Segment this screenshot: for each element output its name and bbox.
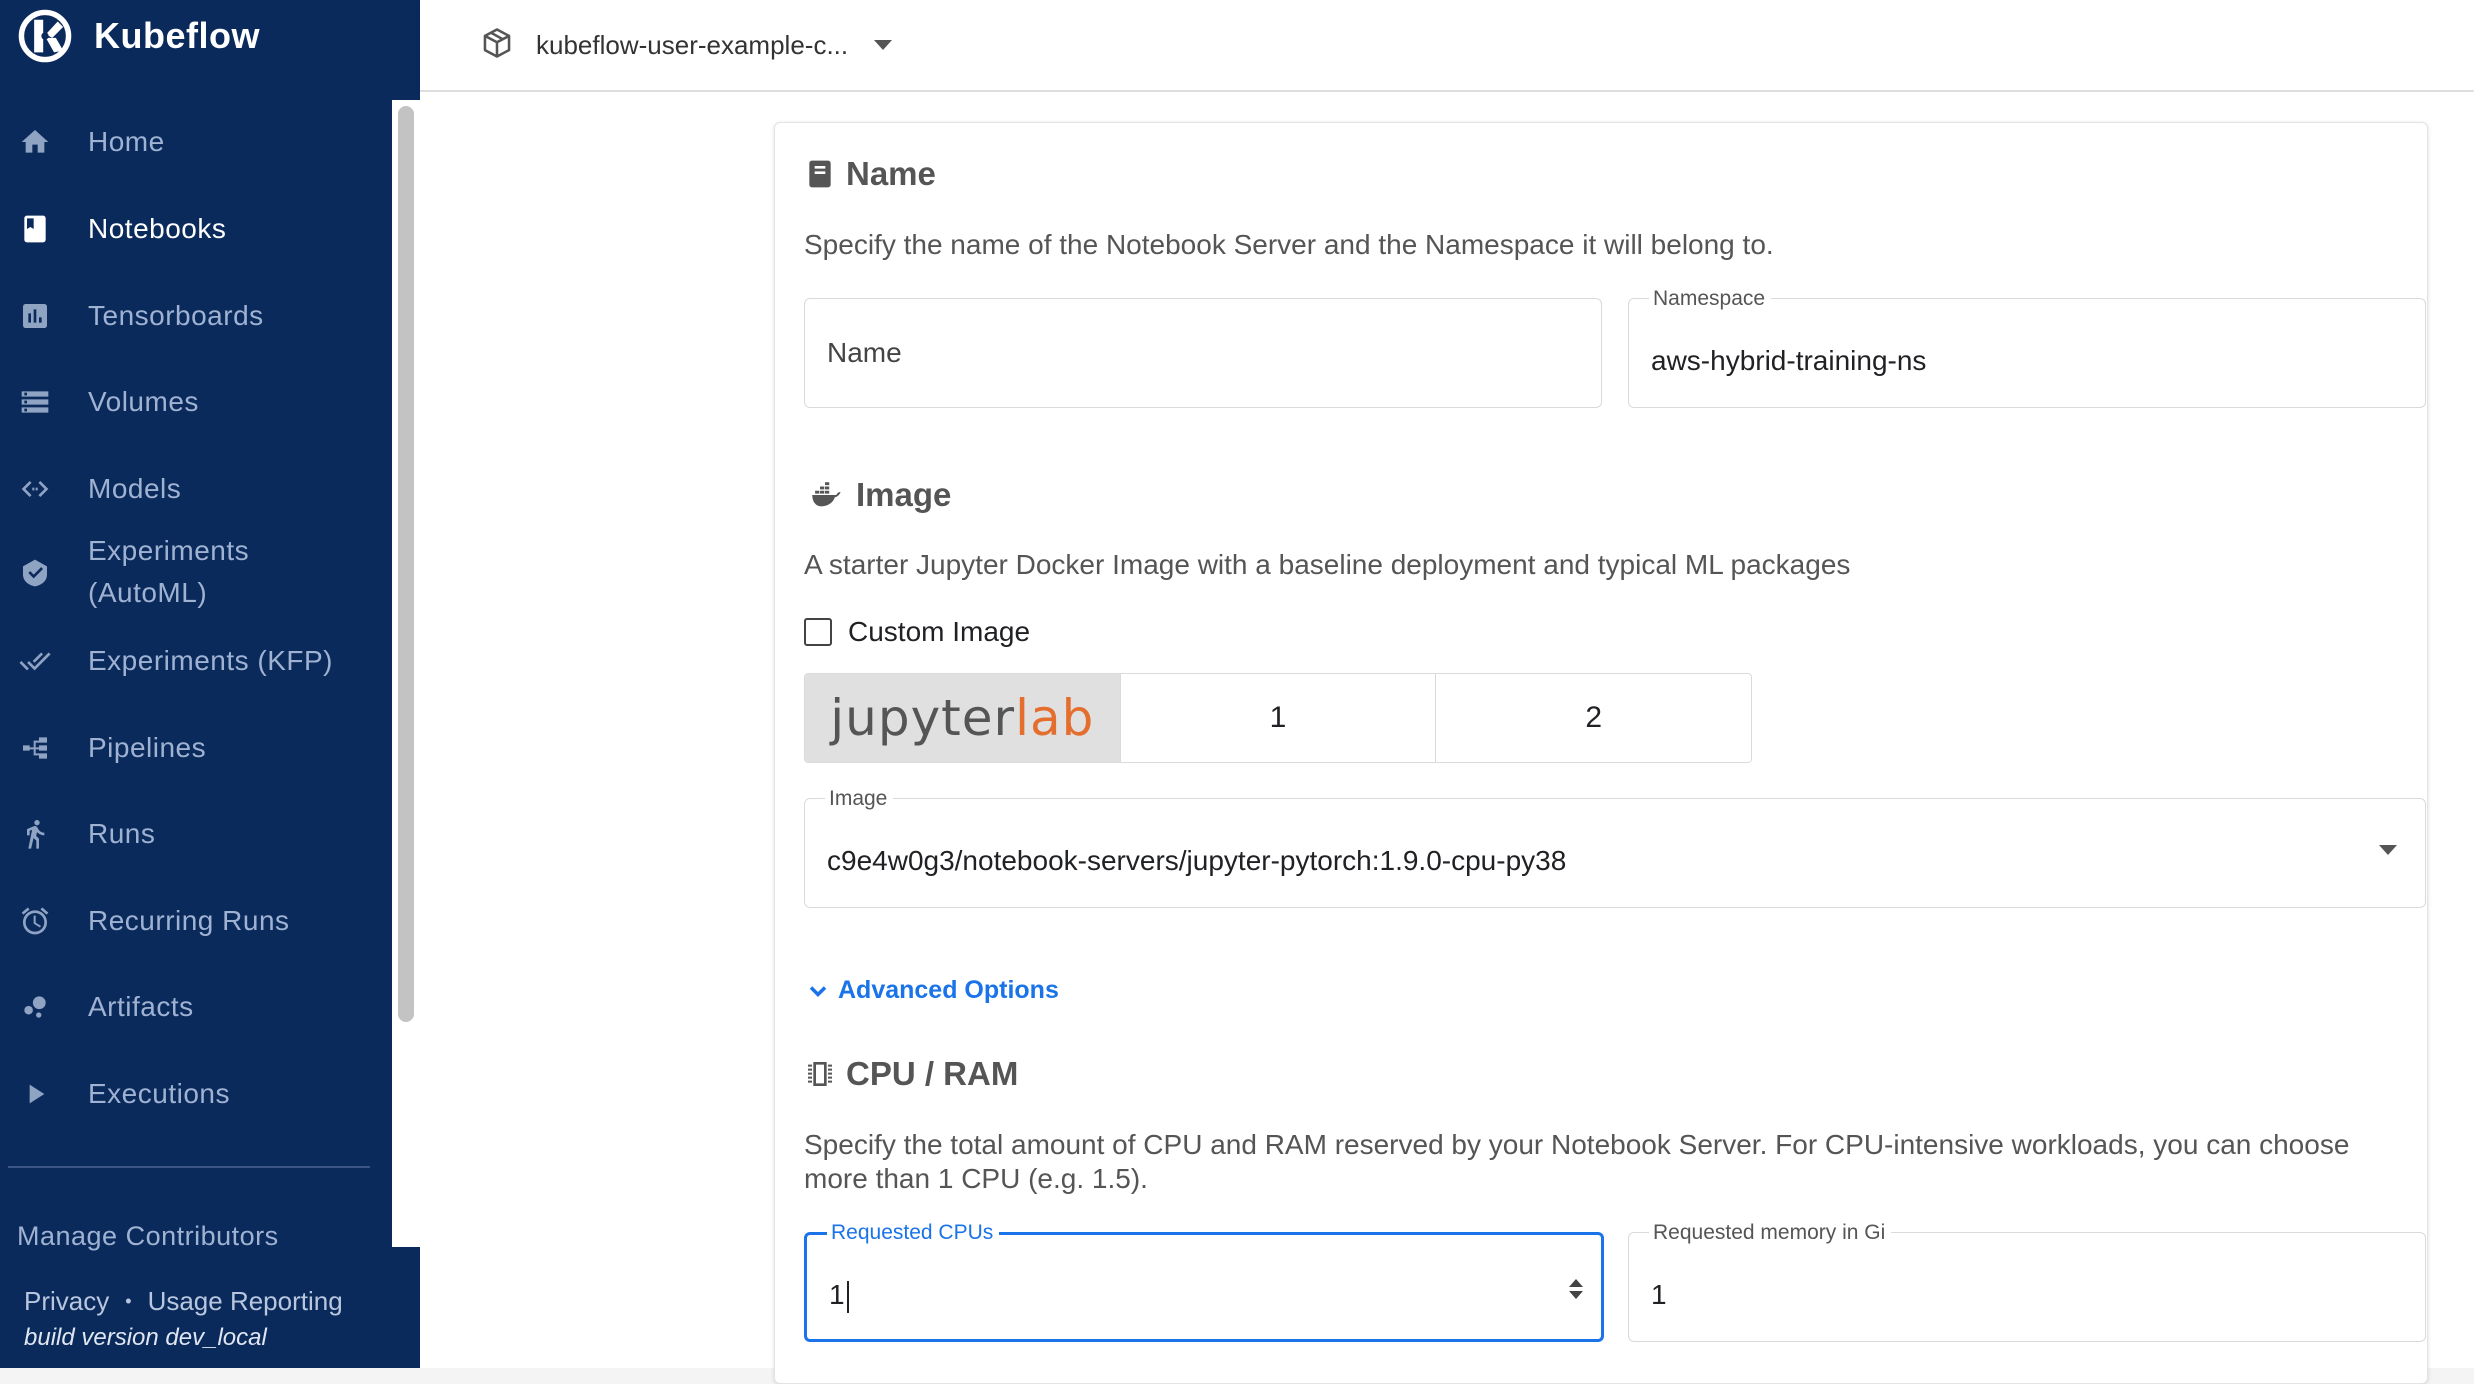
sidebar-item-label: Recurring Runs bbox=[88, 905, 290, 936]
top-bar: kubeflow-user-example-c... bbox=[420, 0, 2474, 91]
sidebar-item-volumes[interactable]: Volumes bbox=[0, 381, 390, 423]
chevron-down-icon bbox=[874, 40, 893, 50]
section-title-text: Image bbox=[856, 476, 952, 513]
storage-icon bbox=[18, 385, 52, 419]
namespace-field[interactable]: Namespace aws-hybrid-training-ns bbox=[1628, 287, 2426, 408]
sidebar-item-tensorboards[interactable]: Tensorboards bbox=[0, 295, 390, 337]
brand[interactable]: Kubeflow bbox=[16, 0, 260, 72]
chart-icon bbox=[18, 299, 52, 333]
namespace-label: Namespace bbox=[1649, 287, 1772, 311]
advanced-options-label: Advanced Options bbox=[838, 976, 1059, 1004]
run-icon bbox=[18, 817, 52, 851]
cube-icon bbox=[480, 26, 514, 65]
image-label: Image bbox=[825, 787, 894, 811]
section-title-cpu-ram: CPU / RAM bbox=[804, 1055, 1018, 1093]
book-icon bbox=[804, 158, 836, 190]
brand-name: Kubeflow bbox=[94, 15, 260, 56]
sidebar-item-experiments-automl[interactable]: Experiments (AutoML) bbox=[0, 530, 390, 616]
sidebar-scrollbar-thumb[interactable] bbox=[398, 106, 414, 1022]
name-input-placeholder: Name bbox=[827, 337, 902, 368]
sidebar-item-label: Pipelines bbox=[88, 732, 207, 763]
sidebar-item-label: Home bbox=[88, 126, 165, 157]
sidebar-item-label: Volumes bbox=[88, 386, 199, 417]
toggle-option-1[interactable]: 1 bbox=[1119, 674, 1436, 762]
play-icon bbox=[18, 1077, 52, 1111]
sidebar-item-label: Tensorboards bbox=[88, 300, 264, 331]
image-type-toggle-group: jupyterlab 1 2 bbox=[804, 673, 1752, 763]
stepper-down-icon[interactable] bbox=[1569, 1291, 1583, 1299]
sidebar-item-label: Notebooks bbox=[88, 213, 227, 244]
pipeline-icon bbox=[18, 731, 52, 765]
section-description: Specify the total amount of CPU and RAM … bbox=[804, 1129, 2350, 1194]
section-description: A starter Jupyter Docker Image with a ba… bbox=[804, 549, 1851, 580]
sidebar-footer-links: Privacy • Usage Reporting bbox=[24, 1286, 343, 1317]
requested-memory-label: Requested memory in Gi bbox=[1649, 1221, 1892, 1245]
sidebar-item-executions[interactable]: Executions bbox=[0, 1073, 390, 1115]
requested-cpus-value: 1 bbox=[829, 1279, 849, 1313]
done-all-icon bbox=[18, 644, 52, 678]
sidebar-item-label: Experiments (AutoML) bbox=[88, 535, 250, 608]
sidebar: Kubeflow Home Notebooks Tensorboards Vol… bbox=[0, 0, 420, 1368]
sidebar-divider bbox=[8, 1166, 370, 1168]
section-title-image: Image bbox=[804, 476, 951, 514]
custom-image-checkbox[interactable]: Custom Image bbox=[804, 616, 1030, 648]
sidebar-item-label: Models bbox=[88, 473, 182, 504]
privacy-link[interactable]: Privacy bbox=[24, 1286, 109, 1317]
docker-icon bbox=[804, 478, 846, 512]
sidebar-item-runs[interactable]: Runs bbox=[0, 813, 390, 855]
image-value: c9e4w0g3/notebook-servers/jupyter-pytorc… bbox=[827, 845, 1567, 876]
tag-icon bbox=[18, 556, 52, 590]
alarm-icon bbox=[18, 904, 52, 938]
requested-memory-field[interactable]: Requested memory in Gi 1 bbox=[1628, 1221, 2426, 1342]
requested-cpus-label: Requested CPUs bbox=[827, 1221, 1000, 1245]
sidebar-item-label: Artifacts bbox=[88, 991, 194, 1022]
number-stepper[interactable] bbox=[1569, 1279, 1583, 1299]
toggle-option-2[interactable]: 2 bbox=[1435, 674, 1751, 762]
book-icon bbox=[18, 212, 52, 246]
section-title-text: Name bbox=[846, 155, 936, 192]
requested-memory-value: 1 bbox=[1651, 1279, 1667, 1310]
manage-contributors-link[interactable]: Manage Contributors bbox=[17, 1221, 279, 1252]
home-icon bbox=[18, 125, 52, 159]
sidebar-item-label: Experiments (KFP) bbox=[88, 645, 333, 676]
chevron-down-icon bbox=[2379, 845, 2397, 855]
image-select[interactable]: Image c9e4w0g3/notebook-servers/jupyter-… bbox=[804, 787, 2426, 908]
code-arrows-icon bbox=[18, 472, 52, 506]
bubble-chart-icon bbox=[18, 990, 52, 1024]
sidebar-item-label: Runs bbox=[88, 818, 156, 849]
footer-separator: • bbox=[125, 1291, 132, 1311]
chevron-down-icon bbox=[809, 985, 827, 997]
section-description: Specify the name of the Notebook Server … bbox=[804, 229, 1774, 260]
memory-chip-icon bbox=[804, 1058, 836, 1090]
namespace-value: aws-hybrid-training-ns bbox=[1651, 345, 1927, 376]
sidebar-item-notebooks[interactable]: Notebooks bbox=[0, 208, 390, 250]
namespace-name: kubeflow-user-example-c... bbox=[536, 29, 849, 60]
sidebar-item-models[interactable]: Models bbox=[0, 468, 390, 510]
advanced-options-toggle[interactable]: Advanced Options bbox=[804, 976, 1059, 1005]
sidebar-item-experiments-kfp[interactable]: Experiments (KFP) bbox=[0, 640, 390, 682]
name-field[interactable]: Name bbox=[804, 298, 1602, 408]
sidebar-item-label: Executions bbox=[88, 1078, 230, 1109]
requested-cpus-field[interactable]: Requested CPUs 1 bbox=[804, 1221, 1604, 1342]
toggle-jupyterlab[interactable]: jupyterlab bbox=[805, 674, 1120, 762]
custom-image-label: Custom Image bbox=[848, 616, 1031, 647]
sidebar-item-artifacts[interactable]: Artifacts bbox=[0, 986, 390, 1028]
checkbox-box[interactable] bbox=[804, 618, 832, 646]
sidebar-item-home[interactable]: Home bbox=[0, 121, 390, 163]
sidebar-item-recurring-runs[interactable]: Recurring Runs bbox=[0, 900, 390, 942]
namespace-selector[interactable]: kubeflow-user-example-c... bbox=[480, 22, 893, 68]
nav-panel: Home Notebooks Tensorboards Volumes Mode… bbox=[0, 100, 390, 1247]
section-title-name: Name bbox=[804, 155, 936, 193]
sidebar-item-pipelines[interactable]: Pipelines bbox=[0, 727, 390, 769]
kubeflow-logo-icon bbox=[18, 9, 72, 63]
usage-reporting-link[interactable]: Usage Reporting bbox=[148, 1286, 343, 1317]
stepper-up-icon[interactable] bbox=[1569, 1279, 1583, 1287]
section-title-text: CPU / RAM bbox=[846, 1055, 1019, 1092]
jupyterlab-logo: jupyterlab bbox=[830, 689, 1095, 747]
build-version: build version dev_local bbox=[24, 1324, 267, 1351]
